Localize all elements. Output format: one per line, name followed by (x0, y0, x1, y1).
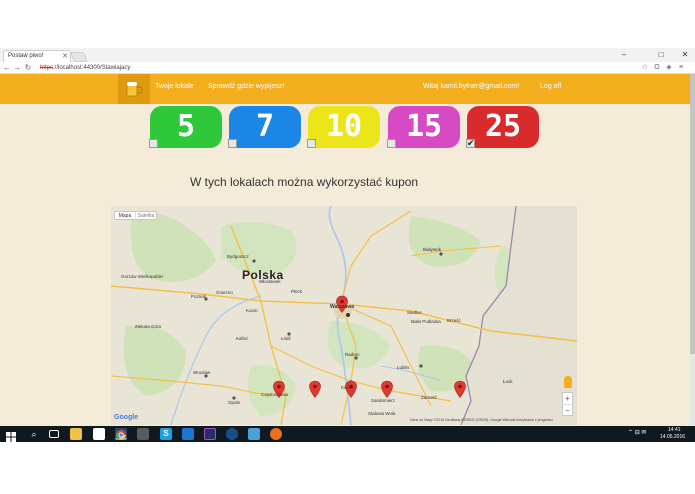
city-label: Kielce (341, 385, 354, 390)
store-icon[interactable] (93, 428, 105, 440)
back-icon[interactable]: ← (2, 62, 12, 74)
map-type-map[interactable]: Mapa (115, 212, 135, 219)
page-title: W tych lokalach można wykorzystać kupon (190, 175, 419, 189)
map[interactable]: Bydgoszcz Warszawa Białystok Poznań Łódź… (111, 206, 577, 425)
logout-link[interactable]: Log off (540, 83, 561, 90)
url-path: ://localhost:44300/Stawiajacy (53, 65, 131, 71)
firefox-icon[interactable] (270, 428, 282, 440)
city-label: Radom (345, 352, 360, 357)
clock-date[interactable]: 14.05.2016 (660, 434, 685, 440)
map-type-satellite[interactable]: Satelita (135, 212, 156, 219)
city-label: Łuck (503, 379, 513, 384)
minimize-icon[interactable]: – (615, 50, 633, 59)
coupon-5-checkbox[interactable] (149, 139, 158, 148)
map-canvas: Bydgoszcz Warszawa Białystok Poznań Łódź… (111, 206, 577, 425)
city-label: Zamość (421, 395, 438, 400)
coupon-25[interactable]: 25 (467, 106, 539, 148)
extension-icon[interactable]: ◈ (664, 63, 674, 73)
windows-start-icon[interactable] (6, 429, 16, 442)
street-view-pegman-icon[interactable] (564, 376, 572, 388)
city-label: Łódź (281, 336, 292, 341)
web-icon[interactable] (226, 428, 238, 440)
tab-close-icon[interactable]: ✕ (62, 52, 68, 60)
city-label: Warszawa (330, 304, 354, 310)
map-zoom-control[interactable]: + − (562, 392, 573, 416)
tab-title: Postaw piwo! (8, 53, 44, 59)
city-label: Bydgoszcz (227, 254, 250, 259)
clock-time[interactable]: 14:41 (668, 427, 681, 433)
opera-icon[interactable]: O (652, 63, 662, 73)
word-icon[interactable] (182, 428, 194, 440)
maximize-icon[interactable]: □ (652, 50, 670, 59)
zoom-in-button[interactable]: + (563, 393, 572, 405)
city-label: Lublin (397, 365, 410, 370)
nav-check-where[interactable]: Sprawdź gdzie wypijesz! (208, 83, 284, 90)
skype-icon[interactable]: S (160, 428, 172, 440)
city-label: Siedlce (407, 310, 422, 315)
chrome-icon[interactable] (115, 428, 127, 440)
city-label: Płock (291, 289, 303, 294)
map-country-label: Polska (242, 268, 284, 282)
city-label: Biała Podlaska (411, 319, 441, 324)
zoom-out-button[interactable]: − (563, 405, 572, 416)
task-view-icon[interactable] (49, 430, 59, 438)
address-bar[interactable]: https://localhost:44300/Stawiajacy (36, 63, 636, 73)
user-greeting[interactable]: Witaj kamil.bytner@gmail.com! (423, 83, 519, 90)
close-window-icon[interactable]: ✕ (676, 50, 694, 59)
city-label: Poznań (191, 294, 207, 299)
coupon-25-checkbox-checked[interactable]: ✔ (466, 139, 475, 148)
beer-mug-icon (126, 82, 143, 97)
coupon-7-checkbox[interactable] (228, 139, 237, 148)
menu-icon[interactable]: ≡ (676, 63, 686, 73)
visual-studio-icon[interactable] (204, 428, 216, 440)
map-attribution[interactable]: Dane do Mapy ©2016 GeoBasis-DE/BKG (©200… (410, 418, 553, 422)
coupon-5[interactable]: 5 (150, 106, 222, 148)
city-label: Sandomierz (371, 398, 396, 403)
bookmark-star-icon[interactable]: ☆ (640, 63, 650, 73)
terminal-icon[interactable] (248, 428, 260, 440)
coupon-15-checkbox[interactable] (387, 139, 396, 148)
url-scheme: https (40, 65, 54, 71)
coupon-7[interactable]: 7 (229, 106, 301, 148)
nav-your-venues[interactable]: Twoje lokale (155, 83, 194, 90)
city-label: Konin (246, 308, 258, 313)
app-icon[interactable] (137, 428, 149, 440)
city-label: Białystok (423, 247, 442, 252)
map-type-control[interactable]: Mapa Satelita (114, 211, 157, 220)
city-label: Opole (228, 400, 241, 405)
reload-icon[interactable]: ↻ (23, 62, 33, 74)
city-label: Zielona Góra (135, 324, 162, 329)
coupon-15[interactable]: 15 (388, 106, 460, 148)
search-icon[interactable]: ⌕ (28, 428, 40, 440)
app-header (0, 74, 690, 104)
forward-icon[interactable]: → (12, 62, 22, 74)
city-label: Wrocław (193, 370, 211, 375)
city-label: Stalowa Wola (368, 411, 396, 416)
file-explorer-icon[interactable] (70, 428, 82, 440)
city-label: Brześć (447, 318, 462, 323)
browser-tab[interactable]: Postaw piwo! ✕ (3, 50, 71, 62)
city-label: Kalisz (236, 336, 249, 341)
city-label: Gniezno (216, 290, 233, 295)
tray-icons[interactable]: ⌃ ⊟ ✉ (628, 429, 646, 436)
google-logo: Google (114, 414, 139, 421)
coupon-10[interactable]: 10 (308, 106, 380, 148)
city-label: Częstochowa (261, 392, 289, 397)
page-scrollbar-thumb[interactable] (690, 74, 695, 354)
coupon-10-checkbox[interactable] (307, 139, 316, 148)
browser-titlebar (0, 48, 695, 62)
city-label: Gorzów Wielkopolski (121, 274, 163, 279)
